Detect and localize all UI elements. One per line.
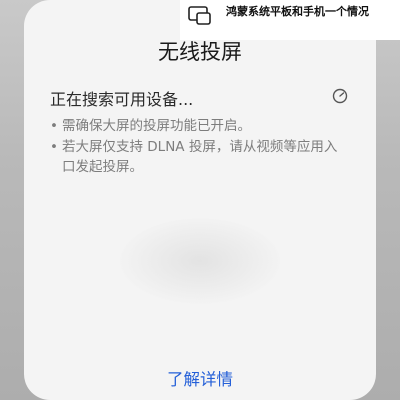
screen: 无线投屏 正在搜索可用设备... • 需确保大屏的投屏功能已开启。 • 若大屏仅… xyxy=(0,0,400,400)
hint-text: 需确保大屏的投屏功能已开启。 xyxy=(62,118,251,134)
search-status-row: 正在搜索可用设备... xyxy=(50,86,350,109)
hint-item: • 需确保大屏的投屏功能已开启。 xyxy=(50,116,340,136)
loading-spinner-icon xyxy=(332,88,348,104)
screen-cast-icon xyxy=(188,6,211,25)
caption-text: 鸿蒙系统平板和手机一个情况 xyxy=(226,5,369,18)
bullet: • xyxy=(50,139,58,155)
hint-list: • 需确保大屏的投屏功能已开启。 • 若大屏仅支持 DLNA 投屏，请从视频等应… xyxy=(50,116,340,178)
caption-overlay: 鸿蒙系统平板和手机一个情况 xyxy=(180,0,400,40)
hint-item: • 若大屏仅支持 DLNA 投屏，请从视频等应用入口发起投屏。 xyxy=(50,137,340,177)
learn-more-link[interactable]: 了解详情 xyxy=(24,366,376,390)
search-status-text: 正在搜索可用设备... xyxy=(50,90,194,109)
hint-text: 若大屏仅支持 DLNA 投屏，请从视频等应用入口发起投屏。 xyxy=(62,139,338,175)
device-placeholder-blur xyxy=(120,218,280,304)
bullet: • xyxy=(50,118,58,134)
wireless-projection-dialog: 无线投屏 正在搜索可用设备... • 需确保大屏的投屏功能已开启。 • 若大屏仅… xyxy=(24,0,376,400)
dialog-title: 无线投屏 xyxy=(158,40,242,64)
